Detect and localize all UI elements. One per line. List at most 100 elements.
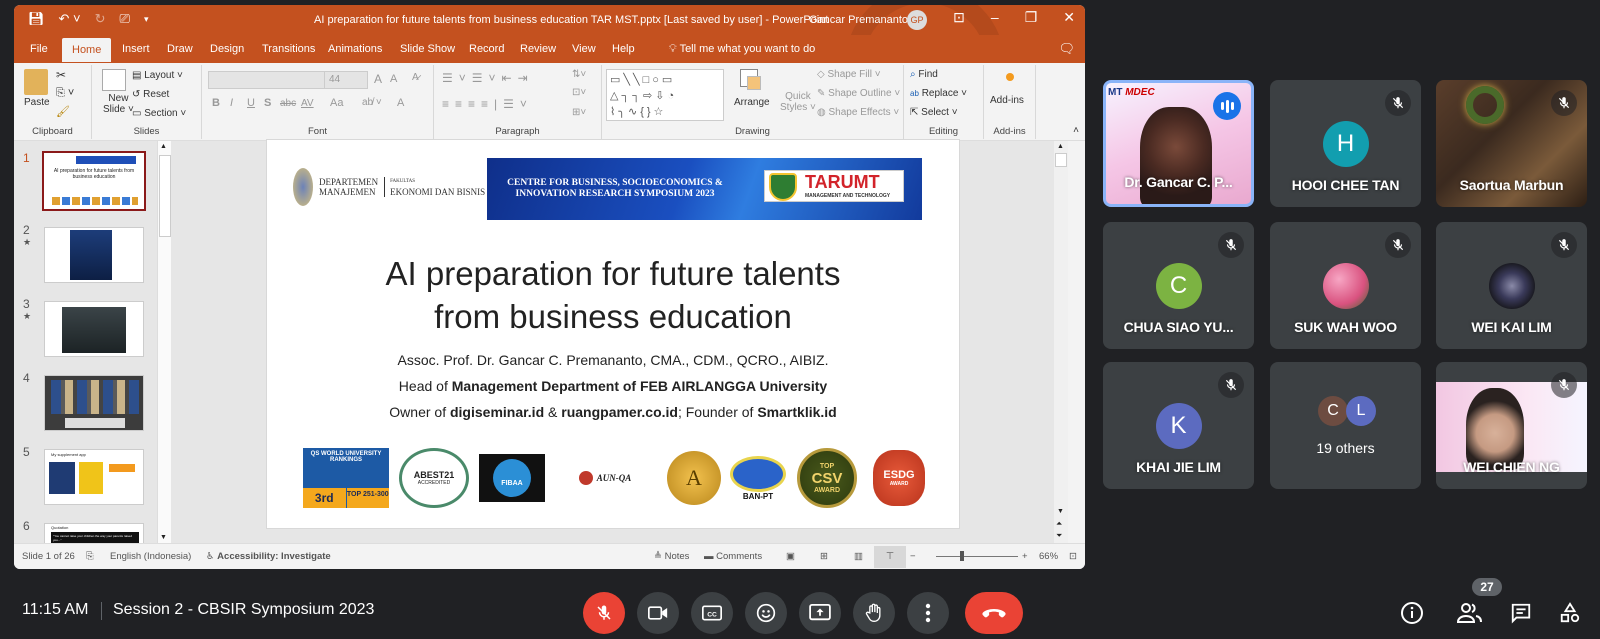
undo-icon[interactable]: ↶ ˅ — [59, 11, 81, 27]
scroll-thumb[interactable] — [1055, 153, 1067, 167]
meeting-details-button[interactable] — [1397, 598, 1427, 628]
arrange-button[interactable]: Arrange — [734, 97, 770, 108]
participant-tile[interactable]: K KHAI JIE LIM — [1103, 362, 1254, 489]
participant-tile[interactable]: MT MDEC Dr. Gancar C. P... — [1103, 80, 1254, 207]
notes-button[interactable]: ≜ Notes — [654, 551, 689, 562]
font-size-box[interactable]: 44 — [324, 71, 368, 89]
new-slide-icon[interactable] — [102, 69, 126, 91]
participant-tile[interactable]: WEI CHIEN NG — [1436, 362, 1587, 489]
tab-animations[interactable]: Animations — [328, 43, 382, 55]
font-color-button[interactable]: A — [397, 97, 404, 109]
account-name[interactable]: Gancar Premananto — [809, 14, 908, 26]
next-slide-icon[interactable]: ⏷ — [1056, 531, 1062, 541]
tab-slide-show[interactable]: Slide Show — [400, 43, 455, 55]
find-button[interactable]: ⌕ Find — [910, 69, 938, 80]
new-slide-button[interactable]: New Slide ˅ — [103, 93, 134, 115]
zoom-in-button[interactable]: + — [1022, 551, 1028, 562]
list-buttons[interactable]: ☰˅☰˅⇤⇥ — [442, 71, 534, 85]
paste-icon[interactable] — [24, 69, 48, 95]
restore-icon[interactable]: ❐ — [1025, 9, 1038, 26]
ribbon-display-icon[interactable]: ⊡ — [953, 9, 965, 26]
captions-button[interactable]: CC — [691, 592, 733, 634]
strikethrough-button[interactable]: abc — [280, 98, 296, 109]
tab-help[interactable]: Help — [612, 43, 635, 55]
spellcheck-icon[interactable]: ⎘ — [86, 551, 94, 562]
slide-thumbnail[interactable] — [44, 301, 144, 357]
camera-toggle-button[interactable] — [637, 592, 679, 634]
change-case-button[interactable]: Aa — [330, 97, 343, 109]
more-options-button[interactable] — [907, 592, 949, 634]
comments-icon[interactable]: 🗨︎ — [1058, 41, 1075, 57]
accessibility-button[interactable]: ♿︎ Accessibility: Investigate — [206, 551, 331, 562]
quick-styles-button[interactable]: Quick Styles ˅ — [780, 91, 816, 113]
chat-button[interactable] — [1506, 598, 1536, 628]
format-painter-icon[interactable]: 🖌︎ — [56, 105, 70, 118]
addins-button[interactable]: Add-ins — [990, 95, 1024, 106]
tab-transitions[interactable]: Transitions — [262, 43, 315, 55]
comments-button[interactable]: ▬ Comments — [704, 551, 762, 562]
present-screen-button[interactable] — [799, 592, 841, 634]
current-slide[interactable]: DEPARTEMEN MANAJEMEN FAKULTAS EKONOMI DAN … — [266, 139, 960, 529]
fit-slide-icon[interactable]: ⊡ — [1069, 551, 1077, 562]
tab-view[interactable]: View — [572, 43, 596, 55]
scroll-thumb[interactable] — [159, 155, 171, 237]
grow-font-button[interactable]: A — [374, 72, 382, 86]
redo-icon[interactable]: ↻ — [95, 11, 106, 27]
scroll-down-icon[interactable]: ▼ — [1057, 508, 1064, 515]
align-buttons[interactable]: ≡≡≡≡|☰˅ — [442, 97, 533, 111]
slide-thumbnail[interactable]: My supplement app — [44, 449, 144, 505]
shapes-gallery[interactable]: ▭╲╲□○▭ △┐┐⇨⇩◔ ⌇╮∿{}☆ — [606, 69, 724, 121]
slideshow-view-icon[interactable]: ⊤ — [874, 546, 906, 568]
bold-button[interactable]: B — [212, 97, 220, 109]
tell-me-search[interactable]: 💡︎ Tell me what you want to do — [669, 43, 815, 56]
slide-scrollbar[interactable]: ▲ ▼ ⏶ ⏷ — [1054, 141, 1068, 543]
zoom-out-button[interactable]: − — [910, 551, 916, 562]
slide-thumbnail[interactable] — [44, 375, 144, 431]
tab-insert[interactable]: Insert — [122, 43, 150, 55]
leave-call-button[interactable] — [965, 592, 1023, 634]
tab-home[interactable]: Home — [62, 38, 112, 62]
slide-thumbnail[interactable]: AI preparation for future talents from b… — [42, 151, 146, 211]
shadow-button[interactable]: S — [264, 97, 271, 109]
thumbnails-scrollbar[interactable]: ▲ ▼ — [157, 141, 171, 543]
participant-tile[interactable]: WEI KAI LIM — [1436, 222, 1587, 349]
slide-thumbnail[interactable] — [44, 227, 144, 283]
participant-tile[interactable]: H HOOI CHEE TAN — [1270, 80, 1421, 207]
font-name-box[interactable] — [208, 71, 326, 89]
activities-button[interactable] — [1555, 598, 1585, 628]
save-icon[interactable]: 💾︎ — [28, 11, 45, 27]
previous-slide-icon[interactable]: ⏶ — [1056, 519, 1062, 529]
addins-icon[interactable] — [1006, 73, 1014, 81]
paste-button[interactable]: Paste — [24, 97, 50, 108]
participant-tile[interactable]: SUK WAH WOO — [1270, 222, 1421, 349]
tab-review[interactable]: Review — [520, 43, 556, 55]
tab-file[interactable]: File — [30, 43, 48, 55]
cut-icon[interactable]: ✂ — [56, 68, 66, 82]
tab-draw[interactable]: Draw — [167, 43, 193, 55]
shape-effects-button[interactable]: ◍ Shape Effects ˅ — [817, 107, 899, 118]
reset-button[interactable]: ↺ Reset — [132, 89, 169, 100]
layout-button[interactable]: ▤ Layout ˅ — [132, 70, 183, 81]
minimize-icon[interactable]: – — [991, 9, 999, 26]
collapse-ribbon-icon[interactable]: ˄ — [1073, 125, 1079, 136]
text-direction-icon[interactable]: ⇅˅ — [572, 69, 586, 80]
reading-view-icon[interactable]: ▥ — [854, 551, 863, 562]
underline-button[interactable]: U — [247, 97, 255, 109]
others-tile[interactable]: C L 19 others — [1270, 362, 1421, 489]
section-button[interactable]: ▭ Section ˅ — [132, 108, 186, 119]
tab-record[interactable]: Record — [469, 43, 504, 55]
shape-outline-button[interactable]: ✎ Shape Outline ˅ — [817, 88, 900, 99]
zoom-slider[interactable] — [936, 551, 1018, 561]
participant-tile[interactable]: C CHUA SIAO YU... — [1103, 222, 1254, 349]
slide-thumbnail[interactable]: Quotation "You cannot raise your childre… — [44, 523, 144, 545]
highlight-icon[interactable]: ab̸ ˅ — [362, 97, 382, 108]
clear-formatting-icon[interactable]: A̷ — [412, 72, 419, 83]
zoom-slider-knob[interactable] — [959, 551, 964, 561]
customize-qat-icon[interactable]: ▾ — [144, 14, 149, 25]
people-button[interactable] — [1455, 598, 1485, 628]
present-icon[interactable]: ⎚ — [120, 11, 130, 27]
normal-view-icon[interactable]: ▣ — [786, 551, 795, 562]
raise-hand-button[interactable] — [853, 592, 895, 634]
align-text-icon[interactable]: ⊡˅ — [572, 87, 586, 98]
reactions-button[interactable] — [745, 592, 787, 634]
